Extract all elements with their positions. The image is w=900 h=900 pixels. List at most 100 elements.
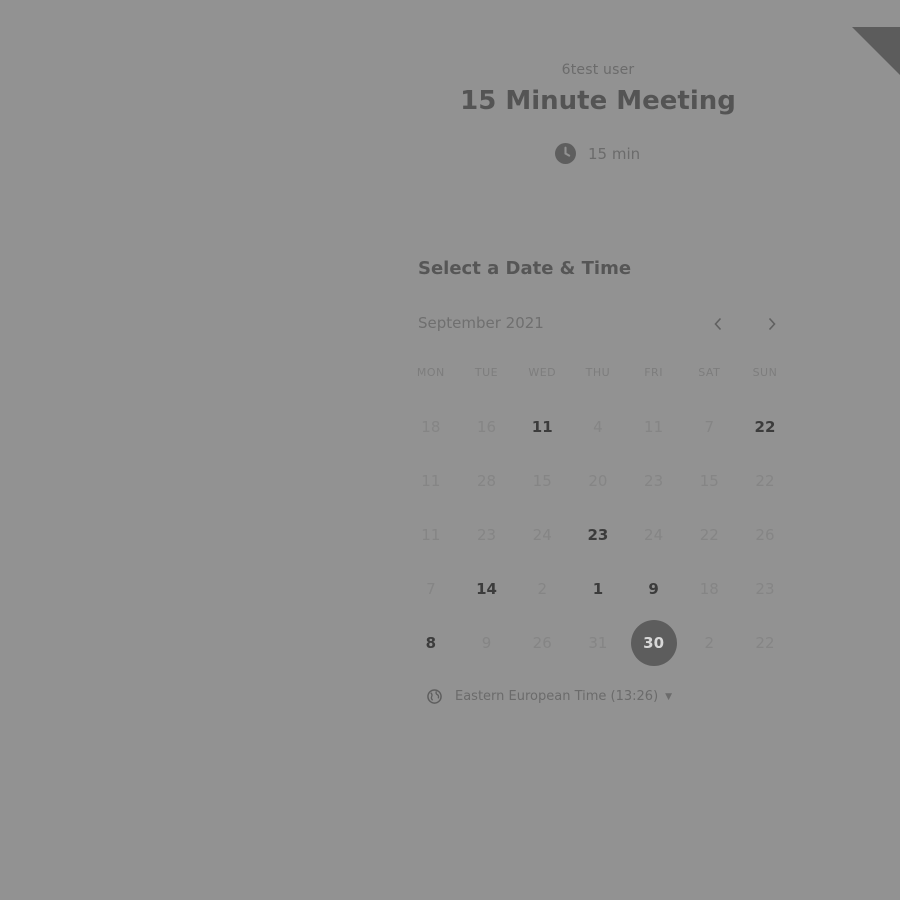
weekday-label: SAT bbox=[698, 366, 721, 379]
calendar-day-label: 23 bbox=[755, 580, 775, 598]
calendar-day: 22 bbox=[681, 512, 737, 558]
calendar-day-label: 11 bbox=[644, 418, 664, 436]
calendar-day: 15 bbox=[681, 458, 737, 504]
weekday-label: MON bbox=[416, 366, 445, 379]
timezone-label: Eastern European Time (13:26) bbox=[455, 689, 659, 704]
calendar-week: 7 14 2 1 9 18 23 bbox=[403, 566, 793, 620]
calendar-day: 24 bbox=[514, 512, 570, 558]
calendar-day-label: 8 bbox=[425, 634, 437, 652]
calendar-day-label: 23 bbox=[587, 526, 609, 544]
calendar-day: 11 bbox=[403, 458, 459, 504]
calendar-day-label: 18 bbox=[421, 418, 441, 436]
calendar-day: 9 bbox=[459, 620, 515, 666]
weekday-label: FRI bbox=[644, 366, 663, 379]
calendar-day: 16 bbox=[459, 404, 515, 450]
calendar-day: 18 bbox=[681, 566, 737, 612]
next-month-button[interactable] bbox=[760, 312, 784, 336]
calendar-day: 7 bbox=[403, 566, 459, 612]
calendar-day-label: 24 bbox=[644, 526, 664, 544]
duration-label: 15 min bbox=[588, 144, 641, 163]
calendar-day-label: 28 bbox=[476, 472, 497, 490]
calendar-day: 28 bbox=[459, 458, 515, 504]
calendar-day-label: 9 bbox=[481, 634, 492, 652]
event-duration: 15 min bbox=[555, 143, 640, 164]
event-title: 15 Minute Meeting bbox=[460, 86, 736, 116]
weekday-label: THU bbox=[585, 366, 611, 379]
calendar-week: 11 23 24 23 24 22 26 bbox=[403, 512, 793, 566]
calendar-day-available[interactable]: 14 bbox=[459, 566, 515, 612]
calendar-week: 18 16 11 4 11 7 22 bbox=[403, 404, 793, 458]
calendar-day-label: 26 bbox=[532, 634, 552, 652]
weekday-header: MON TUE WED THU FRI SAT SUN bbox=[403, 366, 793, 382]
calendar-week: 11 28 15 20 23 15 22 bbox=[403, 458, 793, 512]
weekday-label: TUE bbox=[474, 366, 499, 379]
calendar-day-available[interactable]: 23 bbox=[570, 512, 626, 558]
month-label: September 2021 bbox=[418, 314, 544, 332]
calendar-day-label: 22 bbox=[699, 526, 719, 544]
calendar-day-label: 15 bbox=[699, 472, 719, 490]
calendar-day-label: 23 bbox=[644, 472, 664, 490]
calendar-day: 7 bbox=[681, 404, 737, 450]
calendar-day: 11 bbox=[403, 512, 459, 558]
calendar-day: 20 bbox=[570, 458, 626, 504]
calendar-day-label: 7 bbox=[704, 418, 715, 436]
calendar-day-label: 9 bbox=[648, 580, 659, 598]
calendar-day: 31 bbox=[570, 620, 626, 666]
calendar-day-label: 30 bbox=[630, 620, 677, 666]
calendar-day-available[interactable]: 8 bbox=[403, 620, 459, 666]
calendar-day: 23 bbox=[737, 566, 793, 612]
calendar-day: 22 bbox=[737, 458, 793, 504]
calendar-day-label: 2 bbox=[704, 634, 715, 652]
clock-icon bbox=[555, 143, 576, 164]
calendar-day-available[interactable]: 22 bbox=[737, 404, 793, 450]
calendar-day-available[interactable]: 1 bbox=[570, 566, 626, 612]
calendar-day-label: 7 bbox=[426, 580, 436, 598]
calendar-day: 22 bbox=[737, 620, 793, 666]
calendar-day-label: 22 bbox=[755, 472, 775, 490]
calendar-day: 18 bbox=[403, 404, 459, 450]
weekday-label: SUN bbox=[752, 366, 778, 379]
section-title: Select a Date & Time bbox=[418, 258, 632, 279]
calendar-day-label: 16 bbox=[476, 418, 497, 436]
calendar-day: 23 bbox=[459, 512, 515, 558]
previous-month-button[interactable] bbox=[706, 312, 730, 336]
calendar-day: 11 bbox=[626, 404, 682, 450]
calendar-day-selected[interactable]: 30 bbox=[626, 620, 682, 666]
calendar-day-label: 22 bbox=[754, 418, 776, 436]
calendar-day-label: 24 bbox=[532, 526, 552, 544]
calendar-day: 26 bbox=[514, 620, 570, 666]
organizer-name: 6test user bbox=[561, 62, 635, 78]
chevron-right-icon bbox=[768, 317, 776, 331]
calendar-day-label: 4 bbox=[593, 418, 603, 436]
calendar-day: 4 bbox=[570, 404, 626, 450]
calendar-day: 2 bbox=[681, 620, 737, 666]
calendar-day-label: 14 bbox=[476, 580, 497, 598]
calendar: MON TUE WED THU FRI SAT SUN 18 16 11 4 11 7 22… bbox=[403, 366, 793, 674]
calendar-day-label: 11 bbox=[531, 418, 553, 436]
calendar-day: 2 bbox=[514, 566, 570, 612]
calendar-day-label: 1 bbox=[592, 580, 604, 598]
calendar-day-available[interactable]: 9 bbox=[626, 566, 682, 612]
timezone-selector[interactable]: Eastern European Time (13:26) ▼ bbox=[427, 689, 672, 704]
calendar-day-label: 23 bbox=[476, 526, 497, 544]
calendar-day: 24 bbox=[626, 512, 682, 558]
calendar-day-label: 18 bbox=[699, 580, 719, 598]
calendar-day-label: 20 bbox=[588, 472, 608, 490]
calendar-day-label: 2 bbox=[537, 580, 547, 598]
calendar-day-label: 11 bbox=[421, 472, 441, 490]
calendar-day: 23 bbox=[626, 458, 682, 504]
calendar-day-label: 15 bbox=[532, 472, 552, 490]
calendar-week: 8 9 26 31 30 2 22 bbox=[403, 620, 793, 674]
calendar-day-label: 22 bbox=[755, 634, 775, 652]
calendar-grid: 18 16 11 4 11 7 22 11 28 15 20 23 15 22 11 23 24 23 24 22 26… bbox=[403, 404, 793, 674]
calendar-day-label: 26 bbox=[755, 526, 775, 544]
calendar-day-available[interactable]: 11 bbox=[514, 404, 570, 450]
caret-down-icon: ▼ bbox=[665, 691, 673, 702]
weekday-label: WED bbox=[528, 366, 557, 379]
booking-page: 6test user 15 Minute Meeting 15 min Sele… bbox=[0, 0, 900, 900]
globe-icon bbox=[427, 689, 442, 704]
calendar-day: 15 bbox=[514, 458, 570, 504]
calendar-day-label: 31 bbox=[588, 634, 608, 652]
chevron-left-icon bbox=[714, 317, 722, 331]
calendar-day: 26 bbox=[737, 512, 793, 558]
